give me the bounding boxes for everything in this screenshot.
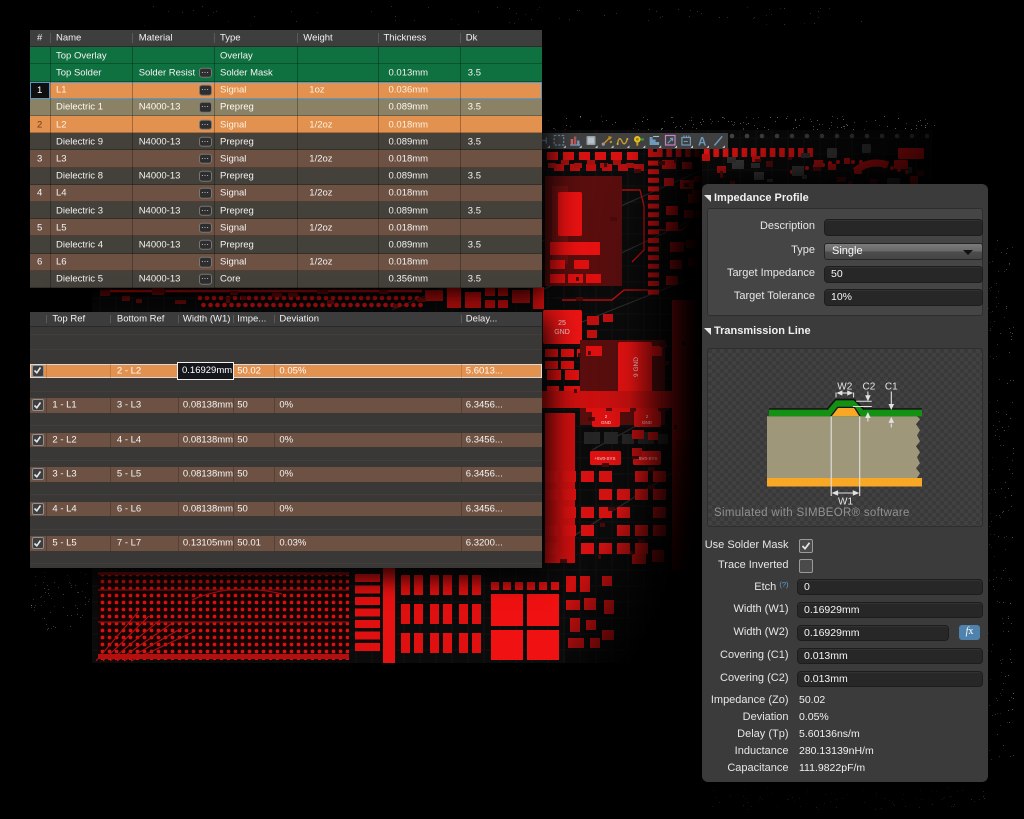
- svg-text:W1: W1: [838, 497, 853, 508]
- svg-text:C2: C2: [863, 382, 876, 393]
- svg-text:W2: W2: [837, 382, 852, 393]
- svg-text:C1: C1: [885, 382, 898, 393]
- svg-text:A: A: [698, 136, 706, 148]
